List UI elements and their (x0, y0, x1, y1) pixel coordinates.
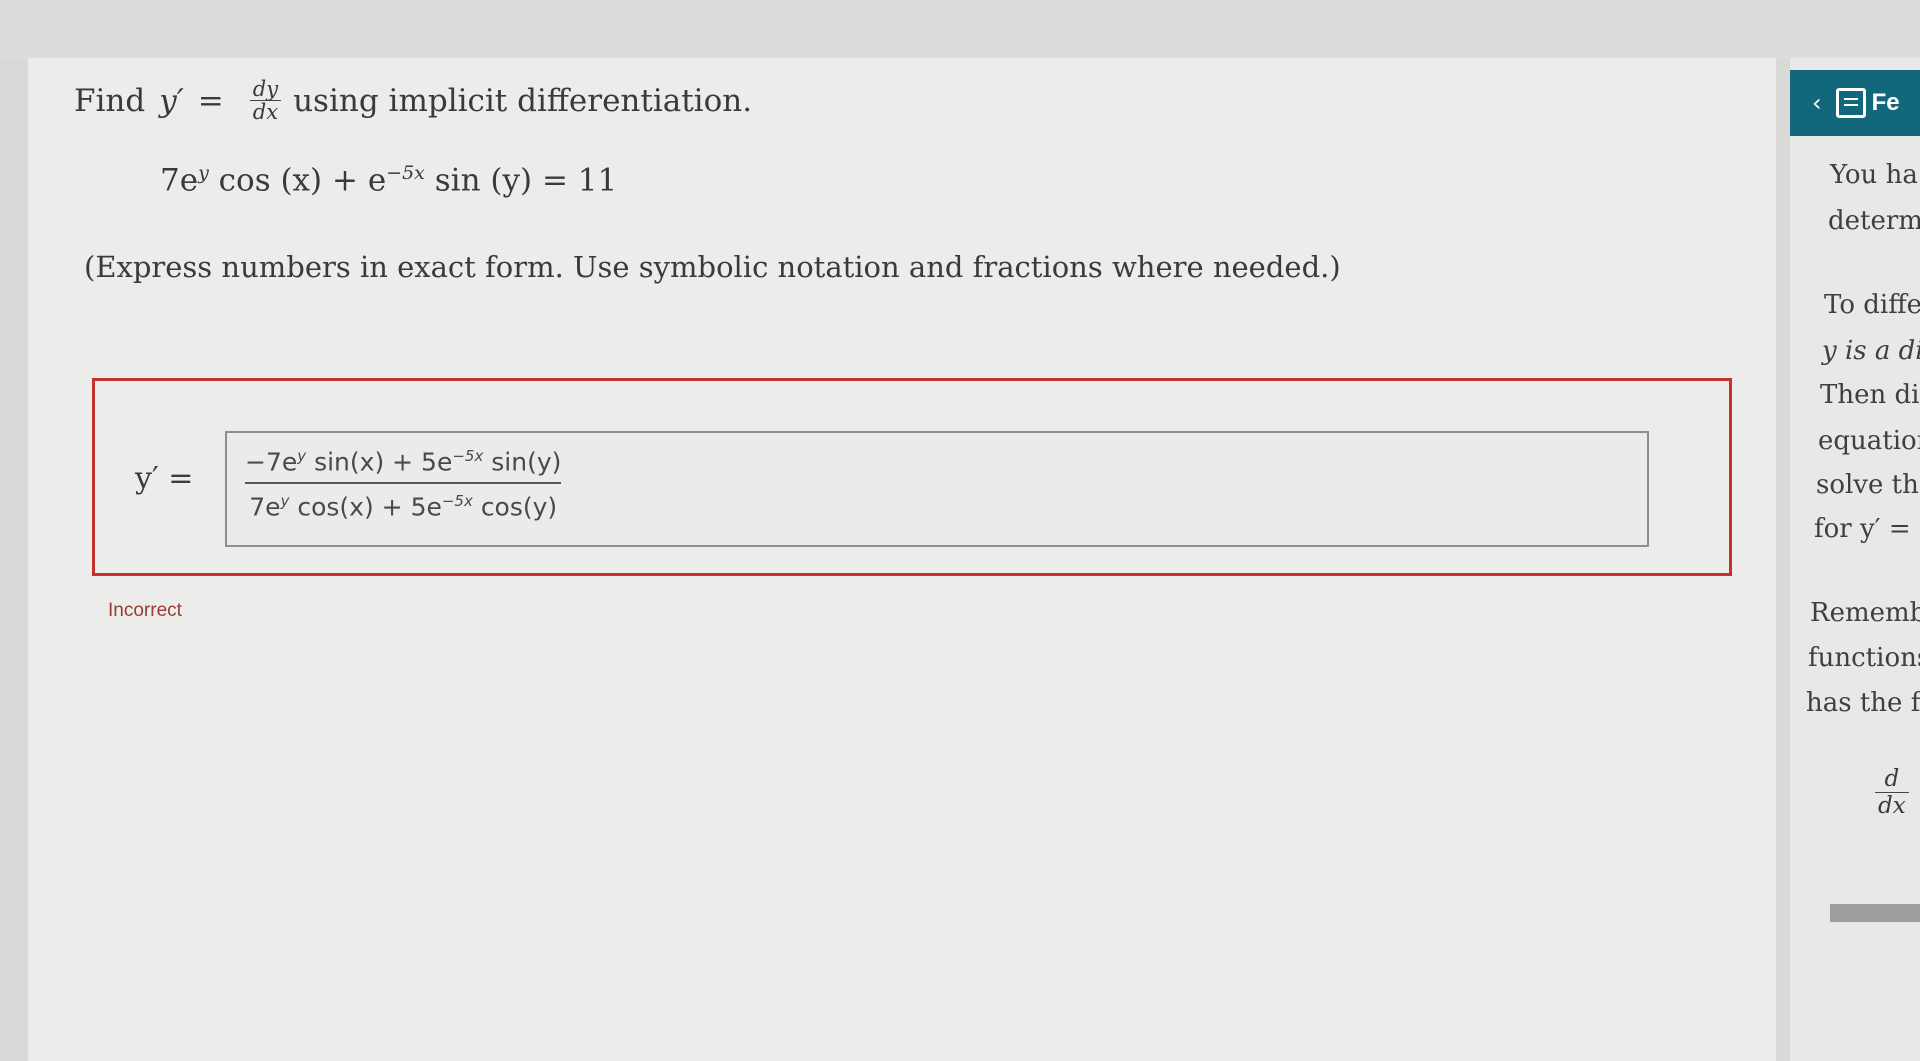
eq-term2-trig: sin (y) = 11 (434, 162, 618, 199)
feedback-line: Then dif (1820, 380, 1920, 410)
feedback-line: Rememb (1810, 598, 1920, 628)
feedback-line: has the fo (1806, 688, 1920, 718)
den-exp-b: −5x (441, 492, 473, 511)
answer-label: y′ = (135, 461, 194, 496)
den-part-c: cos(y) (480, 492, 558, 522)
prompt-var: y′ (159, 82, 184, 119)
eq-term1-coef: 7e (160, 162, 199, 199)
frac-denominator: dx (249, 100, 282, 123)
scrollbar[interactable] (1830, 904, 1920, 922)
prompt-text: using implicit differentiation. (293, 82, 753, 119)
side-frac-num: d (1884, 766, 1900, 792)
answer-numerator: −7ey sin(x) + 5e−5x sin(y) (245, 447, 561, 476)
eq-term1-exp: y (198, 162, 209, 184)
side-frac-den: dx (1875, 792, 1909, 819)
feedback-panel: ‹ Fe You ha determi To diffe y is a di T… (1790, 58, 1920, 1061)
instructions: (Express numbers in exact form. Use symb… (84, 250, 1341, 284)
eq-term1-trig: cos (x) + e (218, 162, 387, 199)
feedback-fraction: d dx (1875, 766, 1909, 819)
feedback-line: determi (1828, 206, 1920, 236)
feedback-icon (1835, 88, 1866, 118)
num-part-c: sin(y) (491, 447, 562, 477)
den-part-a: 7e (249, 492, 281, 522)
question-area: Find y′ = dy dx using implicit different… (28, 58, 1776, 1061)
answer-denominator: 7ey cos(x) + 5e−5x cos(y) (249, 492, 557, 521)
feedback-line: y is a di (1822, 336, 1920, 366)
question-prompt: Find y′ = dy dx using implicit different… (74, 78, 752, 123)
num-part-b: sin(x) + 5e (314, 447, 453, 477)
eq-term2-exp: −5x (386, 162, 425, 184)
feedback-line: for y′ = (1814, 514, 1911, 544)
feedback-title: Fe (1871, 89, 1900, 116)
given-equation: 7ey cos (x) + e−5x sin (y) = 11 (160, 162, 617, 198)
feedback-line: equation (1818, 426, 1920, 456)
frac-numerator: dy (252, 77, 279, 101)
answer-fraction: −7ey sin(x) + 5e−5x sin(y) 7ey cos(x) + … (245, 447, 562, 522)
feedback-line: To diffe (1824, 290, 1920, 320)
den-exp-a: y (280, 492, 290, 511)
top-band (0, 0, 1920, 58)
num-part-a: −7e (245, 447, 298, 477)
feedback-line: You ha (1830, 160, 1918, 190)
den-part-b: cos(x) + 5e (297, 492, 442, 522)
feedback-line: functions (1808, 643, 1920, 673)
answer-input[interactable]: −7ey sin(x) + 5e−5x sin(y) 7ey cos(x) + … (225, 431, 1649, 547)
num-exp-b: −5x (452, 447, 484, 465)
status-message: Incorrect (108, 600, 182, 621)
chevron-left-icon[interactable]: ‹ (1812, 89, 1822, 117)
feedback-header[interactable]: ‹ Fe (1790, 70, 1920, 136)
answer-box: y′ = −7ey sin(x) + 5e−5x sin(y) 7ey cos(… (92, 378, 1732, 576)
num-exp-a: y (297, 447, 307, 465)
derivative-fraction: dy dx (249, 77, 282, 123)
prompt-equals: = (197, 82, 224, 119)
fraction-bar (245, 482, 562, 485)
find-label: Find (74, 82, 146, 119)
feedback-line: solve the (1816, 470, 1920, 500)
